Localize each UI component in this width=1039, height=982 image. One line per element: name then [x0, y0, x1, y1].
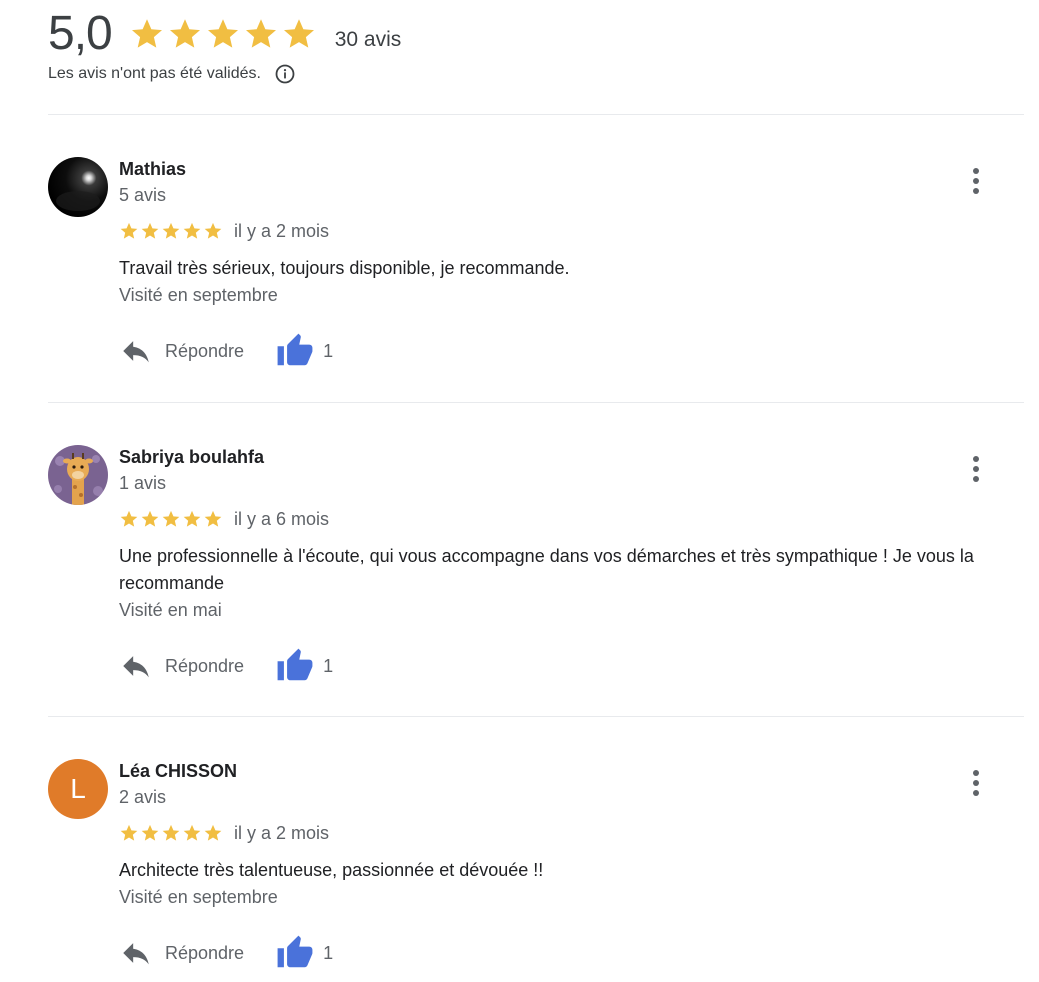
star-icon — [120, 824, 138, 841]
review-date: il y a 2 mois — [234, 220, 330, 241]
star-icon — [283, 19, 314, 48]
reviewer-name[interactable]: Léa CHISSON — [119, 759, 999, 783]
thumbs-up-icon — [277, 935, 313, 968]
thumbs-up-icon — [277, 333, 313, 366]
reply-button[interactable]: Répondre — [119, 649, 244, 683]
reviewer-review-count: 1 avis — [119, 473, 167, 493]
average-stars — [129, 16, 317, 52]
reply-icon — [123, 341, 149, 363]
visit-info: Visité en septembre — [119, 285, 278, 305]
reply-icon — [123, 943, 149, 965]
like-button[interactable]: 1 — [276, 647, 333, 685]
review-date: il y a 6 mois — [234, 508, 330, 529]
star-icon — [141, 510, 159, 527]
review-text: Travail très sérieux, toujours disponibl… — [119, 258, 570, 278]
avatar-letter: L — [48, 759, 108, 819]
review-text: Une professionnelle à l'écoute, qui vous… — [119, 546, 974, 593]
more-options-button[interactable] — [964, 453, 988, 485]
star-icon — [120, 510, 138, 527]
review-stars — [119, 823, 223, 843]
star-icon — [120, 222, 138, 239]
avatar[interactable] — [48, 445, 108, 505]
more-options-button[interactable] — [964, 767, 988, 799]
like-count: 1 — [323, 340, 334, 361]
star-icon — [162, 510, 180, 527]
like-button[interactable]: 1 — [276, 934, 333, 972]
visit-info: Visité en mai — [119, 600, 222, 620]
star-icon — [131, 19, 162, 48]
reply-label: Répondre — [165, 340, 245, 361]
divider — [48, 716, 1024, 717]
star-icon — [245, 19, 276, 48]
star-icon — [162, 222, 180, 239]
star-icon — [162, 824, 180, 841]
reply-label: Répondre — [165, 655, 245, 676]
star-icon — [141, 222, 159, 239]
star-icon — [183, 510, 201, 527]
unverified-disclaimer: Les avis n'ont pas été validés. — [48, 65, 261, 82]
star-icon — [183, 824, 201, 841]
review-date: il y a 2 mois — [234, 822, 330, 843]
like-count: 1 — [323, 942, 334, 963]
thumbs-up-icon — [277, 648, 313, 681]
like-count: 1 — [323, 655, 334, 676]
reply-button[interactable]: Répondre — [119, 334, 244, 368]
reply-icon — [123, 656, 149, 678]
star-icon — [183, 222, 201, 239]
reviewer-name[interactable]: Mathias — [119, 157, 999, 181]
total-reviews-link[interactable]: 30 avis — [335, 28, 402, 52]
review-text: Architecte très talentueuse, passionnée … — [119, 860, 544, 880]
divider — [48, 402, 1024, 403]
info-icon[interactable] — [275, 64, 295, 84]
star-icon — [169, 19, 200, 48]
reviewer-name[interactable]: Sabriya boulahfa — [119, 445, 999, 469]
like-button[interactable]: 1 — [276, 332, 333, 370]
star-icon — [141, 824, 159, 841]
star-icon — [207, 19, 238, 48]
reply-button[interactable]: Répondre — [119, 936, 244, 970]
rating-summary: 5,0 30 avis Les avis n'ont pas été valid… — [48, 6, 401, 84]
avatar[interactable]: L — [48, 759, 108, 819]
star-icon — [204, 510, 222, 527]
star-icon — [204, 824, 222, 841]
visit-info: Visité en septembre — [119, 887, 278, 907]
reply-label: Répondre — [165, 942, 245, 963]
average-rating: 5,0 — [48, 7, 113, 60]
divider — [48, 114, 1024, 115]
reviewer-review-count: 2 avis — [119, 787, 167, 807]
review-stars — [119, 221, 223, 241]
review-stars — [119, 509, 223, 529]
star-icon — [204, 222, 222, 239]
reviewer-review-count: 5 avis — [119, 185, 167, 205]
avatar[interactable] — [48, 157, 108, 217]
more-options-button[interactable] — [964, 165, 988, 197]
